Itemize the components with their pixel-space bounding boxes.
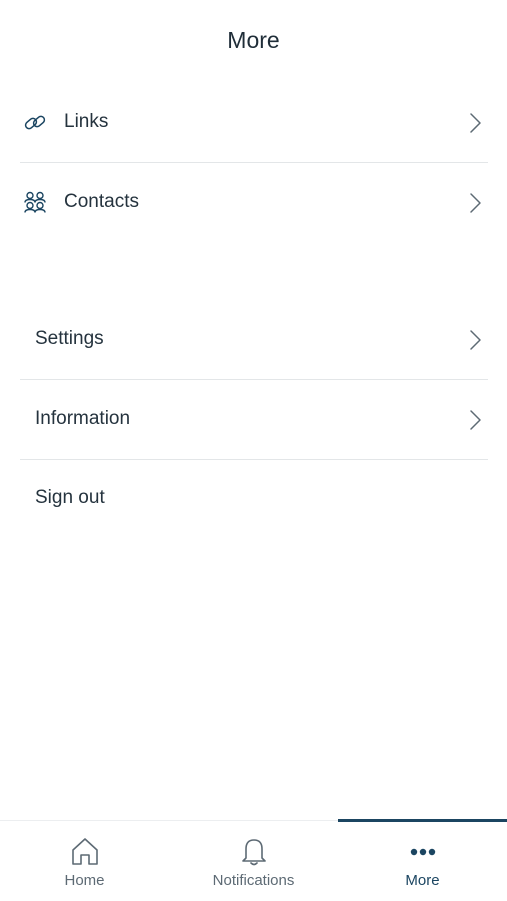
menu-item-label: Contacts: [64, 191, 139, 212]
tab-label: More: [405, 872, 440, 889]
menu-item-settings[interactable]: Settings: [20, 300, 488, 380]
tab-home[interactable]: Home: [0, 821, 169, 901]
menu-item-label: Links: [64, 111, 109, 132]
tab-label: Home: [64, 872, 105, 889]
tab-more[interactable]: More: [338, 819, 507, 901]
contacts-icon: [24, 191, 46, 213]
home-icon: [71, 838, 98, 865]
page-title: More: [227, 27, 280, 53]
chevron-right-icon: [470, 410, 481, 430]
menu-item-label: Information: [35, 408, 131, 429]
menu-item-contacts[interactable]: Contacts: [20, 163, 488, 243]
active-tab-indicator: [338, 819, 507, 822]
more-dots-icon: [410, 848, 435, 856]
bell-icon: [241, 839, 266, 866]
menu-item-label: Settings: [35, 328, 104, 349]
sign-out-label: Sign out: [35, 487, 105, 508]
bottom-tab-bar: Home Notifications More: [0, 819, 507, 901]
chevron-right-icon: [470, 193, 481, 213]
chevron-right-icon: [470, 330, 481, 350]
header: More: [0, 0, 507, 84]
sign-out-button[interactable]: Sign out: [20, 459, 488, 539]
menu-item-information[interactable]: Information: [20, 380, 488, 460]
link-icon: [24, 115, 46, 130]
chevron-right-icon: [470, 113, 481, 133]
tab-notifications[interactable]: Notifications: [169, 821, 338, 901]
menu-item-links[interactable]: Links: [20, 83, 488, 163]
tab-label: Notifications: [212, 872, 295, 889]
